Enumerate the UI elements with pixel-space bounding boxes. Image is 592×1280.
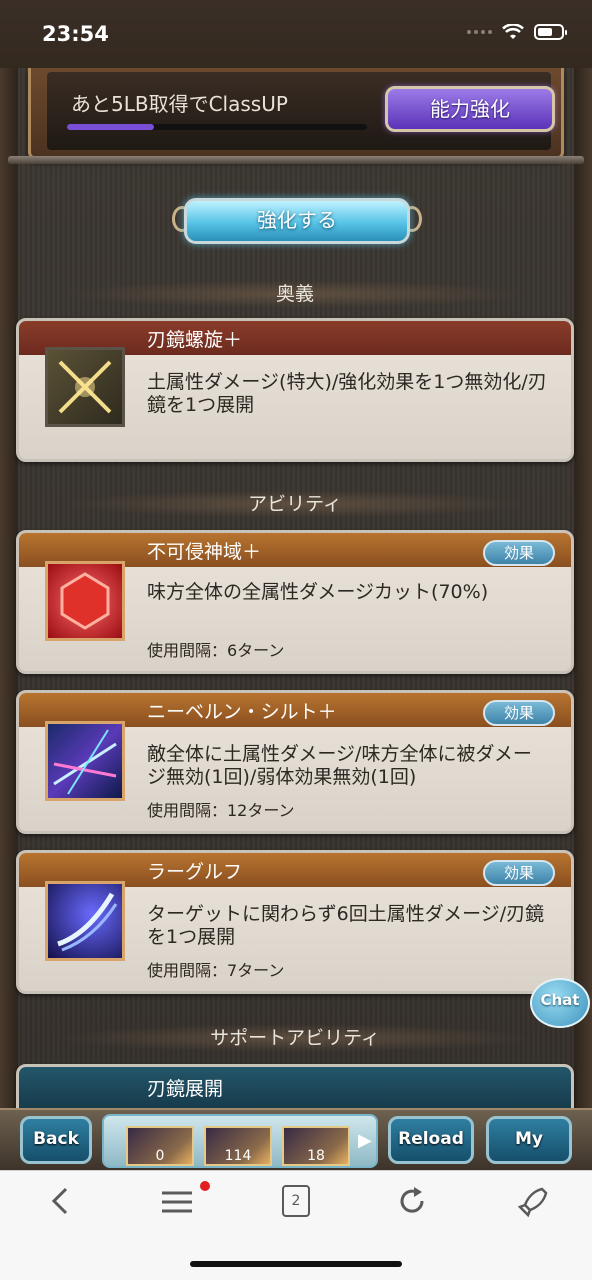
light-slash-icon [45, 721, 125, 801]
ability-interval: 使用間隔：12ターン [147, 801, 295, 820]
summon-thumb[interactable]: 0 [126, 1126, 194, 1166]
ougi-description: 土属性ダメージ(特大)/強化効果を1つ無効化/刃鏡を1つ展開 [147, 371, 547, 416]
ability-title: 不可侵神域＋ [147, 541, 262, 563]
back-arrow-icon[interactable] [46, 1185, 74, 1217]
ability-title: ニーベルン・シルト＋ [147, 701, 337, 723]
support-title: 刃鏡展開 [147, 1078, 224, 1100]
rocket-icon[interactable] [516, 1185, 550, 1219]
summon-thumb[interactable]: 18 [282, 1126, 350, 1166]
chat-button[interactable]: Chat [530, 978, 590, 1028]
ability-card[interactable]: ニーベルン・シルト＋ 効果 敵全体に土属性ダメージ/味方全体に被ダメージ無効(1… [16, 690, 574, 834]
card-title-bar: 刃鏡展開 [19, 1067, 571, 1108]
effect-button[interactable]: 効果 [483, 540, 555, 566]
class-up-progress-fill [67, 124, 154, 130]
game-nav: Back 0 114 18 ▶ Reload My page [0, 1108, 592, 1189]
browser-toolbar: 2 [0, 1170, 592, 1280]
summon-strip: 0 114 18 ▶ [102, 1114, 378, 1168]
status-time: 23:54 [42, 22, 109, 46]
mypage-button[interactable]: My page [486, 1116, 572, 1189]
right-frame [574, 68, 592, 1108]
home-indicator [190, 1261, 402, 1267]
ability-card[interactable]: 不可侵神域＋ 効果 味方全体の全属性ダメージカット(70%) 使用間隔：6ターン [16, 530, 574, 674]
effect-button[interactable]: 効果 [483, 700, 555, 726]
ougi-card[interactable]: 刃鏡螺旋＋ 土属性ダメージ(特大)/強化効果を1つ無効化/刃鏡を1つ展開 [16, 318, 574, 462]
battery-icon [534, 24, 567, 40]
ability-title: ラーグルフ [147, 861, 243, 883]
class-up-panel: あと5LB取得でClassUP 能力強化 [28, 68, 564, 160]
support-card[interactable]: 刃鏡展開 [16, 1064, 574, 1108]
red-shield-icon [45, 561, 125, 641]
wifi-icon [502, 24, 524, 39]
class-up-divider [8, 156, 584, 164]
blue-arc-icon [45, 881, 125, 961]
next-arrow-icon[interactable]: ▶ [358, 1130, 372, 1151]
ability-card[interactable]: ラーグルフ 効果 ターゲットに関わらず6回土属性ダメージ/刃鏡を1つ展開 使用間… [16, 850, 574, 994]
refresh-icon[interactable] [396, 1185, 428, 1217]
effect-button[interactable]: 効果 [483, 860, 555, 886]
menu-icon[interactable] [160, 1185, 194, 1217]
signal-icon [467, 30, 492, 34]
section-header-ougi: 奥義 [60, 280, 530, 308]
ougi-title: 刃鏡螺旋＋ [147, 329, 243, 351]
summon-thumb[interactable]: 114 [204, 1126, 272, 1166]
crossed-swords-icon [45, 347, 125, 427]
class-up-text: あと5LB取得でClassUP [71, 92, 288, 116]
reload-button[interactable]: Reload [388, 1116, 474, 1164]
class-up-progress [67, 124, 367, 130]
status-bar: 23:54 [0, 0, 592, 68]
tabs-button[interactable]: 2 [282, 1185, 310, 1217]
ability-description: ターゲットに関わらず6回土属性ダメージ/刃鏡を1つ展開 [147, 903, 545, 948]
class-up-inner: あと5LB取得でClassUP 能力強化 [47, 72, 555, 150]
section-header-support: サポートアビリティ [60, 1024, 530, 1052]
ability-interval: 使用間隔：6ターン [147, 641, 285, 660]
status-icons [467, 24, 567, 40]
ability-interval: 使用間隔：7ターン [147, 961, 285, 980]
game-area: あと5LB取得でClassUP 能力強化 強化する 奥義 刃鏡螺旋＋ 土属性ダメ… [0, 68, 592, 1108]
strengthen-button[interactable]: 強化する [184, 198, 410, 244]
back-button[interactable]: Back [20, 1116, 92, 1164]
ability-description: 味方全体の全属性ダメージカット(70%) [147, 581, 489, 603]
ability-up-button[interactable]: 能力強化 [385, 86, 555, 132]
notification-dot-icon [200, 1181, 210, 1191]
section-header-ability: アビリティ [60, 490, 530, 518]
ability-description: 敵全体に土属性ダメージ/味方全体に被ダメージ無効(1回)/弱体効果無効(1回) [147, 743, 532, 788]
